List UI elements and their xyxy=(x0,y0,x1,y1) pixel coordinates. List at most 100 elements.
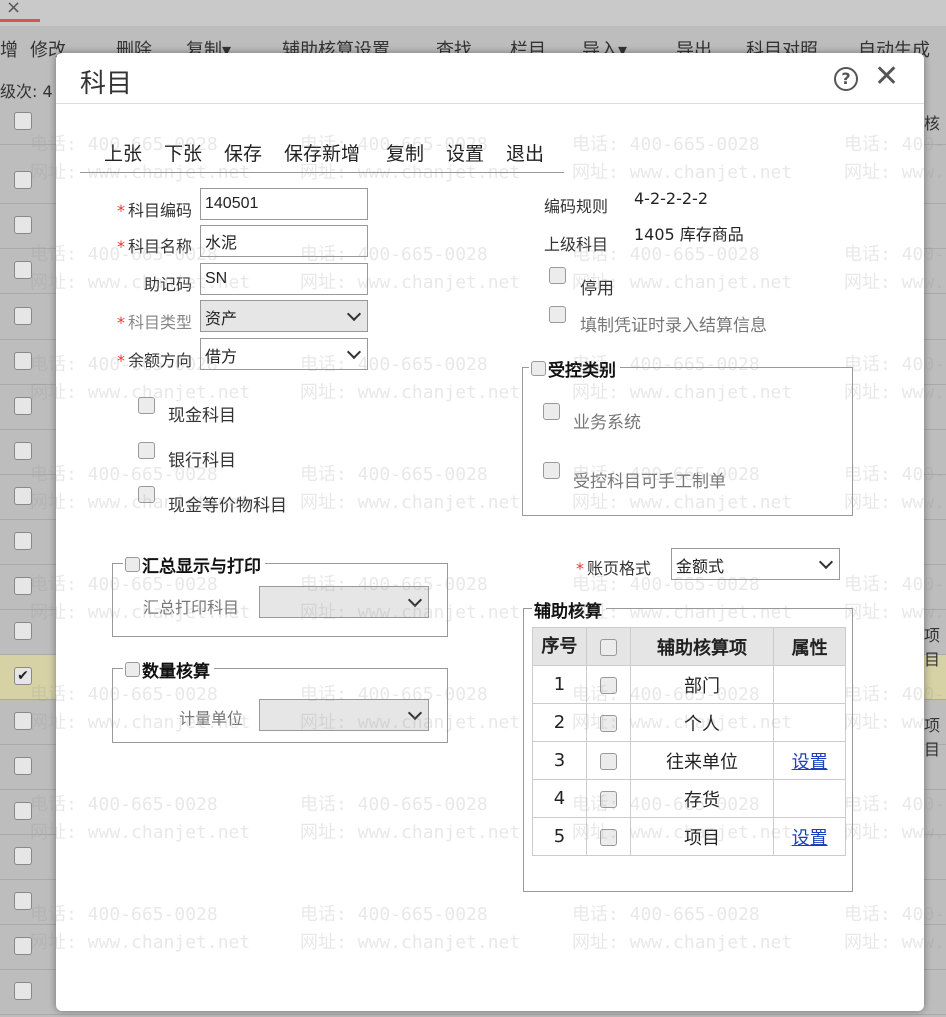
aux-row-checkbox[interactable] xyxy=(599,828,617,846)
cash-checkbox[interactable] xyxy=(138,397,155,414)
row-checkbox[interactable] xyxy=(14,937,32,955)
chevron-down-icon xyxy=(349,305,359,319)
summary-print-label: 汇总打印科目 xyxy=(143,598,240,617)
row-checkbox[interactable] xyxy=(14,847,32,865)
aux-no: 5 xyxy=(532,817,587,856)
settings-button[interactable]: 设置 xyxy=(446,139,484,166)
prev-record-button[interactable]: 上张 xyxy=(104,139,142,166)
chevron-down-icon xyxy=(821,553,831,567)
aux-attr xyxy=(773,779,846,818)
save-button[interactable]: 保存 xyxy=(224,139,262,166)
aux-row-checkbox[interactable] xyxy=(599,790,617,808)
balance-select[interactable]: 借方 xyxy=(200,338,368,370)
aux-select-all-checkbox[interactable] xyxy=(599,638,617,656)
row-checkbox[interactable] xyxy=(14,892,32,910)
row-checkbox[interactable] xyxy=(14,352,32,370)
row-checkbox[interactable] xyxy=(14,307,32,325)
summary-print-select[interactable] xyxy=(259,586,429,618)
dialog-title: 科目 xyxy=(80,69,133,99)
aux-table: 序号 辅助核算项 属性 1 部门 2 个人 3 往来单位 设置 4 存货 5 项… xyxy=(532,627,846,856)
row-checkbox-checked[interactable]: ✔ xyxy=(14,667,32,685)
aux-no: 3 xyxy=(532,741,587,780)
close-tab-icon[interactable]: × xyxy=(6,0,21,18)
quantity-checkbox[interactable] xyxy=(125,662,140,677)
chevron-down-icon xyxy=(349,343,359,357)
aux-row-checkbox[interactable] xyxy=(599,714,617,732)
row-checkbox[interactable] xyxy=(14,712,32,730)
close-icon[interactable]: ✕ xyxy=(874,59,899,94)
aux-item: 个人 xyxy=(629,703,775,742)
cash-label: 现金科目 xyxy=(168,406,236,426)
bank-checkbox[interactable] xyxy=(138,442,155,459)
bg-right-col-text: 项目 xyxy=(924,716,941,759)
summary-checkbox[interactable] xyxy=(125,557,140,572)
toolbar-divider xyxy=(80,172,564,173)
aux-setting-link[interactable]: 设置 xyxy=(792,752,828,773)
exit-button[interactable]: 退出 xyxy=(506,139,544,166)
name-label: * 科目名称 xyxy=(116,237,192,256)
aux-header-no: 序号 xyxy=(532,627,587,666)
aux-row-checkbox[interactable] xyxy=(599,752,617,770)
row-checkbox[interactable] xyxy=(14,982,32,1000)
row-checkbox[interactable] xyxy=(14,261,32,279)
mnemonic-input[interactable] xyxy=(200,263,368,295)
code-input[interactable] xyxy=(200,188,368,220)
aux-item: 存货 xyxy=(629,779,775,818)
help-icon[interactable]: ? xyxy=(834,67,858,91)
row-checkbox[interactable] xyxy=(14,216,32,234)
controlled-legend: 受控类别 xyxy=(548,361,616,381)
name-input[interactable] xyxy=(200,225,368,257)
controlled-fieldset: 受控类别 业务系统 受控科目可手工制单 xyxy=(522,356,853,516)
save-new-button[interactable]: 保存新增 xyxy=(284,139,360,166)
aux-item: 部门 xyxy=(629,665,775,704)
aux-header-check xyxy=(585,627,631,666)
rule-value: 4-2-2-2-2 xyxy=(634,189,708,208)
cash-equiv-checkbox[interactable] xyxy=(138,486,155,503)
row-checkbox[interactable] xyxy=(14,112,32,130)
aux-item: 往来单位 xyxy=(629,741,775,780)
ledger-select[interactable]: 金额式 xyxy=(671,548,840,580)
active-tab-indicator xyxy=(0,19,40,22)
aux-legend: 辅助核算 xyxy=(532,597,606,622)
manual-label: 受控科目可手工制单 xyxy=(573,472,726,492)
settle-checkbox[interactable] xyxy=(549,306,566,323)
table-row: 2 个人 xyxy=(532,703,846,742)
copy-button[interactable]: 复制 xyxy=(386,139,424,166)
aux-setting-link[interactable]: 设置 xyxy=(792,828,828,849)
disable-label: 停用 xyxy=(580,279,614,299)
aux-no: 2 xyxy=(532,703,587,742)
disable-checkbox[interactable] xyxy=(549,267,566,284)
table-row: 3 往来单位 设置 xyxy=(532,741,846,780)
row-checkbox[interactable] xyxy=(14,802,32,820)
row-checkbox[interactable] xyxy=(14,442,32,460)
ledger-label: * 账页格式 xyxy=(576,559,652,578)
business-checkbox[interactable] xyxy=(543,403,560,420)
table-row: 1 部门 xyxy=(532,665,846,704)
manual-checkbox[interactable] xyxy=(543,462,560,479)
aux-row-checkbox[interactable] xyxy=(599,676,617,694)
row-checkbox[interactable] xyxy=(14,577,32,595)
aux-header-row: 序号 辅助核算项 属性 xyxy=(532,627,846,666)
parent-label: 上级科目 xyxy=(544,235,609,254)
chevron-down-icon xyxy=(410,704,420,718)
next-record-button[interactable]: 下张 xyxy=(164,139,202,166)
type-select[interactable]: 资产 xyxy=(200,300,368,332)
cash-equiv-label: 现金等价物科目 xyxy=(168,496,287,516)
aux-header-attr: 属性 xyxy=(773,627,846,666)
unit-select[interactable] xyxy=(259,699,429,731)
table-row: 4 存货 xyxy=(532,779,846,818)
row-checkbox[interactable] xyxy=(14,532,32,550)
parent-value: 1405 库存商品 xyxy=(634,225,744,244)
row-checkbox[interactable] xyxy=(14,622,32,640)
row-checkbox[interactable] xyxy=(14,397,32,415)
business-label: 业务系统 xyxy=(573,413,641,433)
controlled-checkbox[interactable] xyxy=(531,361,546,376)
bg-add-button[interactable]: 增 xyxy=(0,36,18,62)
mnemonic-label: 助记码 xyxy=(143,275,192,294)
row-checkbox[interactable] xyxy=(14,487,32,505)
row-checkbox[interactable] xyxy=(14,757,32,775)
background-tab-bar: × xyxy=(0,0,946,26)
aux-no: 1 xyxy=(532,665,587,704)
row-checkbox[interactable] xyxy=(14,171,32,189)
summary-legend: 汇总显示与打印 xyxy=(142,557,261,577)
